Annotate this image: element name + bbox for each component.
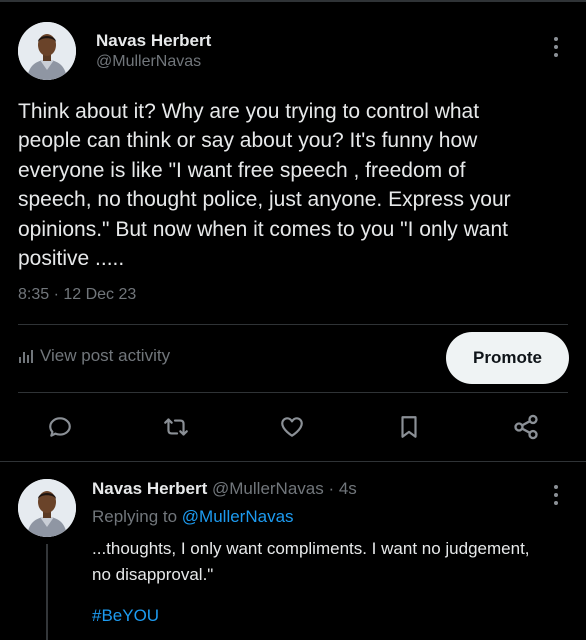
like-icon[interactable] [277, 412, 307, 442]
thread-line [46, 544, 48, 640]
reply-icon[interactable] [45, 412, 75, 442]
bookmark-icon[interactable] [394, 412, 424, 442]
divider [18, 392, 568, 393]
avatar-image [18, 22, 76, 80]
promote-button[interactable]: Promote [446, 332, 569, 384]
reply-header: Navas Herbert @MullerNavas · 4s [92, 479, 357, 499]
replying-to-prefix: Replying to [92, 507, 178, 526]
reply-text: ...thoughts, I only want compliments. I … [92, 536, 572, 588]
post-text-line: positive ..... [18, 247, 125, 271]
analytics-icon [19, 350, 33, 363]
view-post-activity-label: View post activity [40, 346, 171, 365]
author-handle[interactable]: @MullerNavas [96, 53, 201, 71]
post-text-line: opinions." But now when it comes to you … [18, 217, 509, 241]
more-options-icon[interactable] [546, 34, 566, 60]
post-timestamp[interactable]: 8:35 · 12 Dec 23 [18, 286, 136, 304]
replying-to-handle[interactable]: @MullerNavas [182, 507, 294, 526]
replying-to: Replying to @MullerNavas [92, 507, 294, 527]
reply-avatar[interactable] [18, 479, 76, 537]
divider [18, 324, 568, 325]
view-post-activity-link[interactable]: View post activity [18, 346, 170, 366]
post-text: Think about it? Why are you trying to co… [18, 97, 566, 273]
avatar-image [18, 479, 76, 537]
reply-author-name[interactable]: Navas Herbert [92, 479, 207, 498]
divider [0, 461, 586, 462]
hashtag-link[interactable]: #BeYOU [92, 606, 159, 626]
author-name[interactable]: Navas Herbert [96, 31, 211, 51]
reply-author-meta[interactable]: @MullerNavas · 4s [212, 479, 357, 498]
avatar[interactable] [18, 22, 76, 80]
reply-text-line: ...thoughts, I only want compliments. I … [92, 539, 530, 558]
post-text-line: everyone is like "I want free speech , f… [18, 158, 466, 182]
post-text-line: speech, no thought police, just anyone. … [18, 188, 511, 212]
share-icon[interactable] [511, 412, 541, 442]
top-divider [0, 0, 586, 2]
reply-text-line: no disapproval." [92, 565, 214, 584]
post-text-line: Think about it? Why are you trying to co… [18, 100, 480, 123]
reply-more-options-icon[interactable] [546, 482, 566, 508]
post-text-line: people can think or say about you? It's … [18, 129, 478, 153]
repost-icon[interactable] [161, 412, 191, 442]
